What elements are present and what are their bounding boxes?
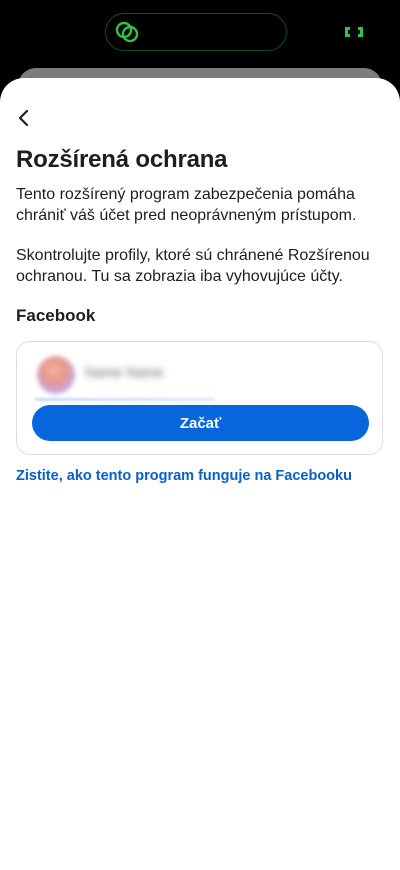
screen: Rozšírená ochrana Tento rozšírený progra… bbox=[0, 0, 400, 870]
back-button[interactable] bbox=[10, 104, 38, 132]
account-row: Name Name bbox=[35, 354, 215, 398]
description-text: Tento rozšírený program zabezpečenia pom… bbox=[16, 186, 357, 224]
start-button[interactable]: Začať bbox=[32, 405, 369, 441]
section-title-facebook: Facebook bbox=[16, 306, 96, 325]
account-card: Name Name Začať bbox=[16, 341, 383, 455]
account-divider bbox=[35, 398, 215, 401]
chevron-left-icon bbox=[18, 109, 29, 127]
instruction-text: Skontrolujte profily, ktoré sú chránené … bbox=[16, 247, 370, 285]
camera-indicator-icon bbox=[345, 27, 363, 37]
avatar bbox=[37, 356, 75, 394]
modal-sheet: Rozšírená ochrana Tento rozšírený progra… bbox=[0, 78, 400, 870]
link-rings-icon bbox=[115, 21, 139, 43]
learn-more-link[interactable]: Zistite, ako tento program funguje na Fa… bbox=[16, 468, 352, 484]
page-title: Rozšírená ochrana bbox=[16, 146, 228, 173]
dynamic-island bbox=[105, 13, 287, 51]
account-name: Name Name bbox=[85, 364, 164, 380]
